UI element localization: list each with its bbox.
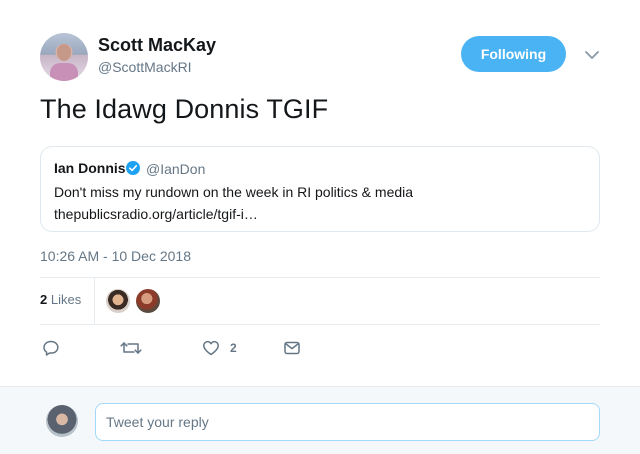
reply-button[interactable] bbox=[42, 338, 60, 358]
current-user-avatar[interactable] bbox=[46, 405, 78, 437]
like-count: 2 bbox=[230, 341, 237, 355]
divider bbox=[40, 277, 600, 278]
tweet-card: Scott MacKay @ScottMackRI Following The … bbox=[0, 0, 640, 454]
direct-message-button[interactable] bbox=[283, 338, 301, 358]
quoted-tweet-text: Don't miss my rundown on the week in RI … bbox=[54, 184, 414, 200]
message-icon bbox=[284, 341, 300, 355]
likes-count: 2 bbox=[40, 292, 48, 307]
author-handle[interactable]: @ScottMackRI bbox=[98, 59, 192, 75]
avatar-head bbox=[57, 44, 71, 61]
quoted-author-handle[interactable]: @IanDon bbox=[146, 161, 205, 177]
author-avatar[interactable] bbox=[40, 33, 88, 81]
likes-stat[interactable]: 2 Likes bbox=[40, 292, 81, 307]
retweet-button[interactable] bbox=[120, 338, 142, 358]
verified-badge-icon bbox=[126, 161, 140, 175]
quoted-tweet-link[interactable]: thepublicsradio.org/article/tgif-i… bbox=[54, 206, 258, 222]
quoted-tweet[interactable]: Ian Donnis @IanDon Don't miss my rundown… bbox=[40, 146, 600, 232]
following-button[interactable]: Following bbox=[461, 36, 566, 72]
likes-label: Likes bbox=[50, 292, 82, 307]
tweet-timestamp[interactable]: 10:26 AM - 10 Dec 2018 bbox=[40, 248, 191, 264]
reply-bar bbox=[0, 386, 640, 454]
liker-avatar[interactable] bbox=[106, 289, 130, 313]
quoted-author-name[interactable]: Ian Donnis bbox=[54, 160, 126, 176]
reply-icon bbox=[43, 340, 59, 356]
heart-icon bbox=[203, 340, 219, 356]
reply-input[interactable] bbox=[95, 403, 600, 441]
liker-avatar[interactable] bbox=[136, 289, 160, 313]
chevron-down-icon[interactable] bbox=[583, 48, 601, 62]
author-name[interactable]: Scott MacKay bbox=[98, 35, 216, 56]
avatar-shirt bbox=[50, 63, 78, 81]
tweet-text: The Idawg Donnis TGIF bbox=[40, 94, 329, 124]
divider bbox=[40, 324, 600, 325]
like-button[interactable]: 2 bbox=[202, 338, 237, 358]
retweet-icon bbox=[120, 342, 142, 354]
stats-separator bbox=[94, 278, 95, 324]
